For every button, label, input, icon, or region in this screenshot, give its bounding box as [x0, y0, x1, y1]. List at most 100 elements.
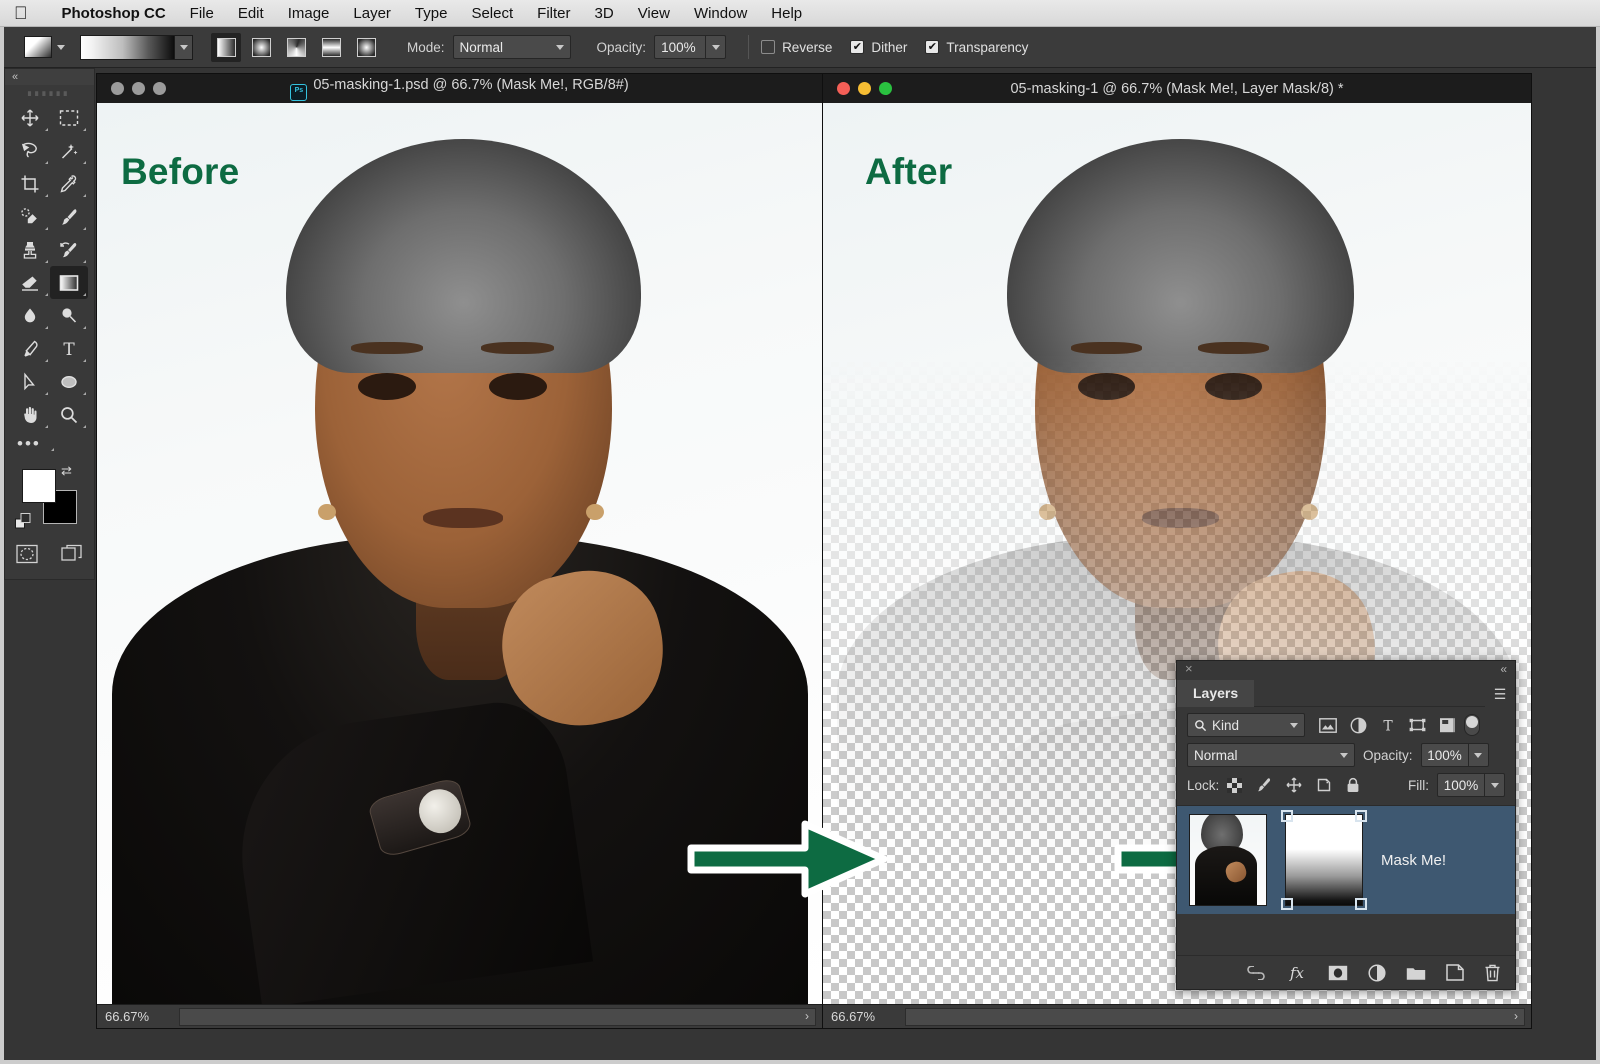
- menu-item-image[interactable]: Image: [276, 5, 342, 22]
- quick-mask-mode-button[interactable]: [16, 544, 38, 569]
- radial-gradient-button[interactable]: [246, 33, 276, 62]
- lock-all-icon[interactable]: [1346, 777, 1360, 793]
- pen-tool[interactable]: [11, 332, 50, 365]
- lasso-tool[interactable]: [11, 134, 50, 167]
- lock-artboard-nesting-icon[interactable]: [1316, 777, 1332, 793]
- menu-item-window[interactable]: Window: [682, 5, 759, 22]
- transparency-checkbox[interactable]: ✔ Transparency: [925, 40, 1028, 55]
- maximize-button[interactable]: [879, 82, 892, 95]
- panel-menu-icon[interactable]: ☰: [1485, 686, 1515, 707]
- path-selection-tool[interactable]: [11, 365, 50, 398]
- opacity-stepper-icon[interactable]: [1468, 743, 1489, 767]
- crop-tool[interactable]: [11, 167, 50, 200]
- layer-mask-thumbnail[interactable]: [1281, 810, 1367, 910]
- fill-input[interactable]: 100%: [1437, 773, 1485, 797]
- status-info-field-before[interactable]: ›: [179, 1007, 816, 1026]
- blend-mode-select[interactable]: Normal: [452, 35, 571, 59]
- fill-stepper-icon[interactable]: [1485, 773, 1505, 797]
- gradient-preset-swatch[interactable]: [24, 36, 52, 58]
- default-colors-icon[interactable]: [15, 513, 32, 535]
- gradient-picker-dropdown-icon[interactable]: [175, 34, 193, 60]
- lock-image-pixels-icon[interactable]: [1256, 777, 1272, 793]
- shape-layers-filter-icon[interactable]: [1409, 717, 1426, 733]
- history-brush-tool[interactable]: [50, 233, 89, 266]
- document-titlebar-before[interactable]: Ps 05-masking-1.psd @ 66.7% (Mask Me!, RG…: [97, 74, 822, 103]
- spot-healing-brush-tool[interactable]: [11, 200, 50, 233]
- lock-position-icon[interactable]: [1286, 777, 1302, 793]
- menu-item-photoshop[interactable]: Photoshop CC: [50, 5, 178, 22]
- filter-enable-toggle[interactable]: [1464, 714, 1480, 736]
- new-adjustment-layer-icon[interactable]: [1368, 963, 1386, 982]
- menu-item-view[interactable]: View: [626, 5, 682, 22]
- menu-item-help[interactable]: Help: [759, 5, 814, 22]
- opacity-stepper-icon[interactable]: [706, 35, 727, 59]
- document-titlebar-after[interactable]: 05-masking-1 @ 66.7% (Mask Me!, Layer Ma…: [823, 74, 1531, 103]
- zoom-level-after[interactable]: 66.67%: [823, 1009, 905, 1024]
- rectangular-marquee-tool[interactable]: [50, 101, 89, 134]
- collapse-panel-icon[interactable]: «: [1500, 663, 1507, 675]
- link-layers-icon[interactable]: [1246, 965, 1266, 980]
- magic-wand-tool[interactable]: [50, 134, 89, 167]
- adjustment-layers-filter-icon[interactable]: [1350, 717, 1367, 734]
- new-group-icon[interactable]: [1406, 965, 1426, 981]
- zoom-tool[interactable]: [50, 398, 89, 431]
- pixel-layers-filter-icon[interactable]: [1319, 717, 1337, 733]
- move-tool[interactable]: [11, 101, 50, 134]
- diamond-gradient-button[interactable]: [351, 33, 381, 62]
- dodge-tool[interactable]: [50, 299, 89, 332]
- gradient-tool[interactable]: [49, 266, 88, 299]
- menu-item-3d[interactable]: 3D: [583, 5, 626, 22]
- close-icon[interactable]: ×: [1185, 662, 1193, 675]
- filter-kind-select[interactable]: Kind: [1187, 713, 1305, 737]
- delete-layer-icon[interactable]: [1484, 964, 1501, 982]
- minimize-button[interactable]: [132, 82, 145, 95]
- eyedropper-tool[interactable]: [50, 167, 89, 200]
- blend-mode-select[interactable]: Normal: [1187, 743, 1355, 767]
- type-tool[interactable]: T: [50, 332, 89, 365]
- tools-panel-drag-handle[interactable]: ▖▖▖▖▖▖: [5, 85, 94, 97]
- menu-item-edit[interactable]: Edit: [226, 5, 276, 22]
- new-layer-icon[interactable]: [1446, 964, 1464, 981]
- gradient-preset-dropdown-icon[interactable]: [52, 35, 70, 59]
- layer-thumbnail[interactable]: [1189, 814, 1267, 906]
- tools-panel-collapse-button[interactable]: «: [5, 69, 94, 85]
- layer-row-mask-me[interactable]: Mask Me!: [1177, 806, 1515, 914]
- status-info-field-after[interactable]: ›: [905, 1007, 1525, 1026]
- blur-tool[interactable]: [11, 299, 50, 332]
- edit-toolbar-button[interactable]: •••: [5, 431, 94, 457]
- gradient-picker-strip[interactable]: [80, 34, 175, 60]
- menu-item-layer[interactable]: Layer: [341, 5, 403, 22]
- dither-checkbox[interactable]: ✔ Dither: [850, 40, 907, 55]
- clone-stamp-tool[interactable]: [11, 233, 50, 266]
- reverse-checkbox[interactable]: Reverse: [761, 40, 832, 55]
- foreground-color-swatch[interactable]: [22, 469, 56, 503]
- menu-item-file[interactable]: File: [178, 5, 226, 22]
- opacity-input[interactable]: 100%: [1420, 743, 1469, 767]
- menu-item-select[interactable]: Select: [459, 5, 525, 22]
- brush-tool[interactable]: [50, 200, 89, 233]
- angle-gradient-button[interactable]: [281, 33, 311, 62]
- layer-name[interactable]: Mask Me!: [1381, 852, 1446, 869]
- maximize-button[interactable]: [153, 82, 166, 95]
- swap-colors-icon[interactable]: ⇄: [61, 463, 72, 479]
- type-layers-filter-icon[interactable]: T: [1380, 717, 1396, 734]
- add-layer-mask-icon[interactable]: [1328, 965, 1348, 981]
- zoom-level-before[interactable]: 66.67%: [97, 1009, 179, 1024]
- hand-tool[interactable]: [11, 398, 50, 431]
- opacity-input[interactable]: 100%: [654, 35, 707, 59]
- close-button[interactable]: [111, 82, 124, 95]
- menu-item-filter[interactable]: Filter: [525, 5, 582, 22]
- smart-object-filter-icon[interactable]: [1439, 717, 1456, 734]
- eraser-tool[interactable]: [11, 266, 50, 299]
- linear-gradient-button[interactable]: [211, 32, 241, 62]
- layer-style-fx-icon[interactable]: fx: [1286, 964, 1308, 982]
- close-button[interactable]: [837, 82, 850, 95]
- tab-layers[interactable]: Layers: [1177, 680, 1255, 707]
- apple-logo-icon[interactable]: : [14, 4, 28, 22]
- lock-transparent-pixels-icon[interactable]: [1227, 777, 1243, 793]
- ellipse-tool[interactable]: [50, 365, 89, 398]
- menu-item-type[interactable]: Type: [403, 5, 460, 22]
- screen-mode-button[interactable]: [61, 544, 83, 569]
- minimize-button[interactable]: [858, 82, 871, 95]
- reflected-gradient-button[interactable]: [316, 33, 346, 62]
